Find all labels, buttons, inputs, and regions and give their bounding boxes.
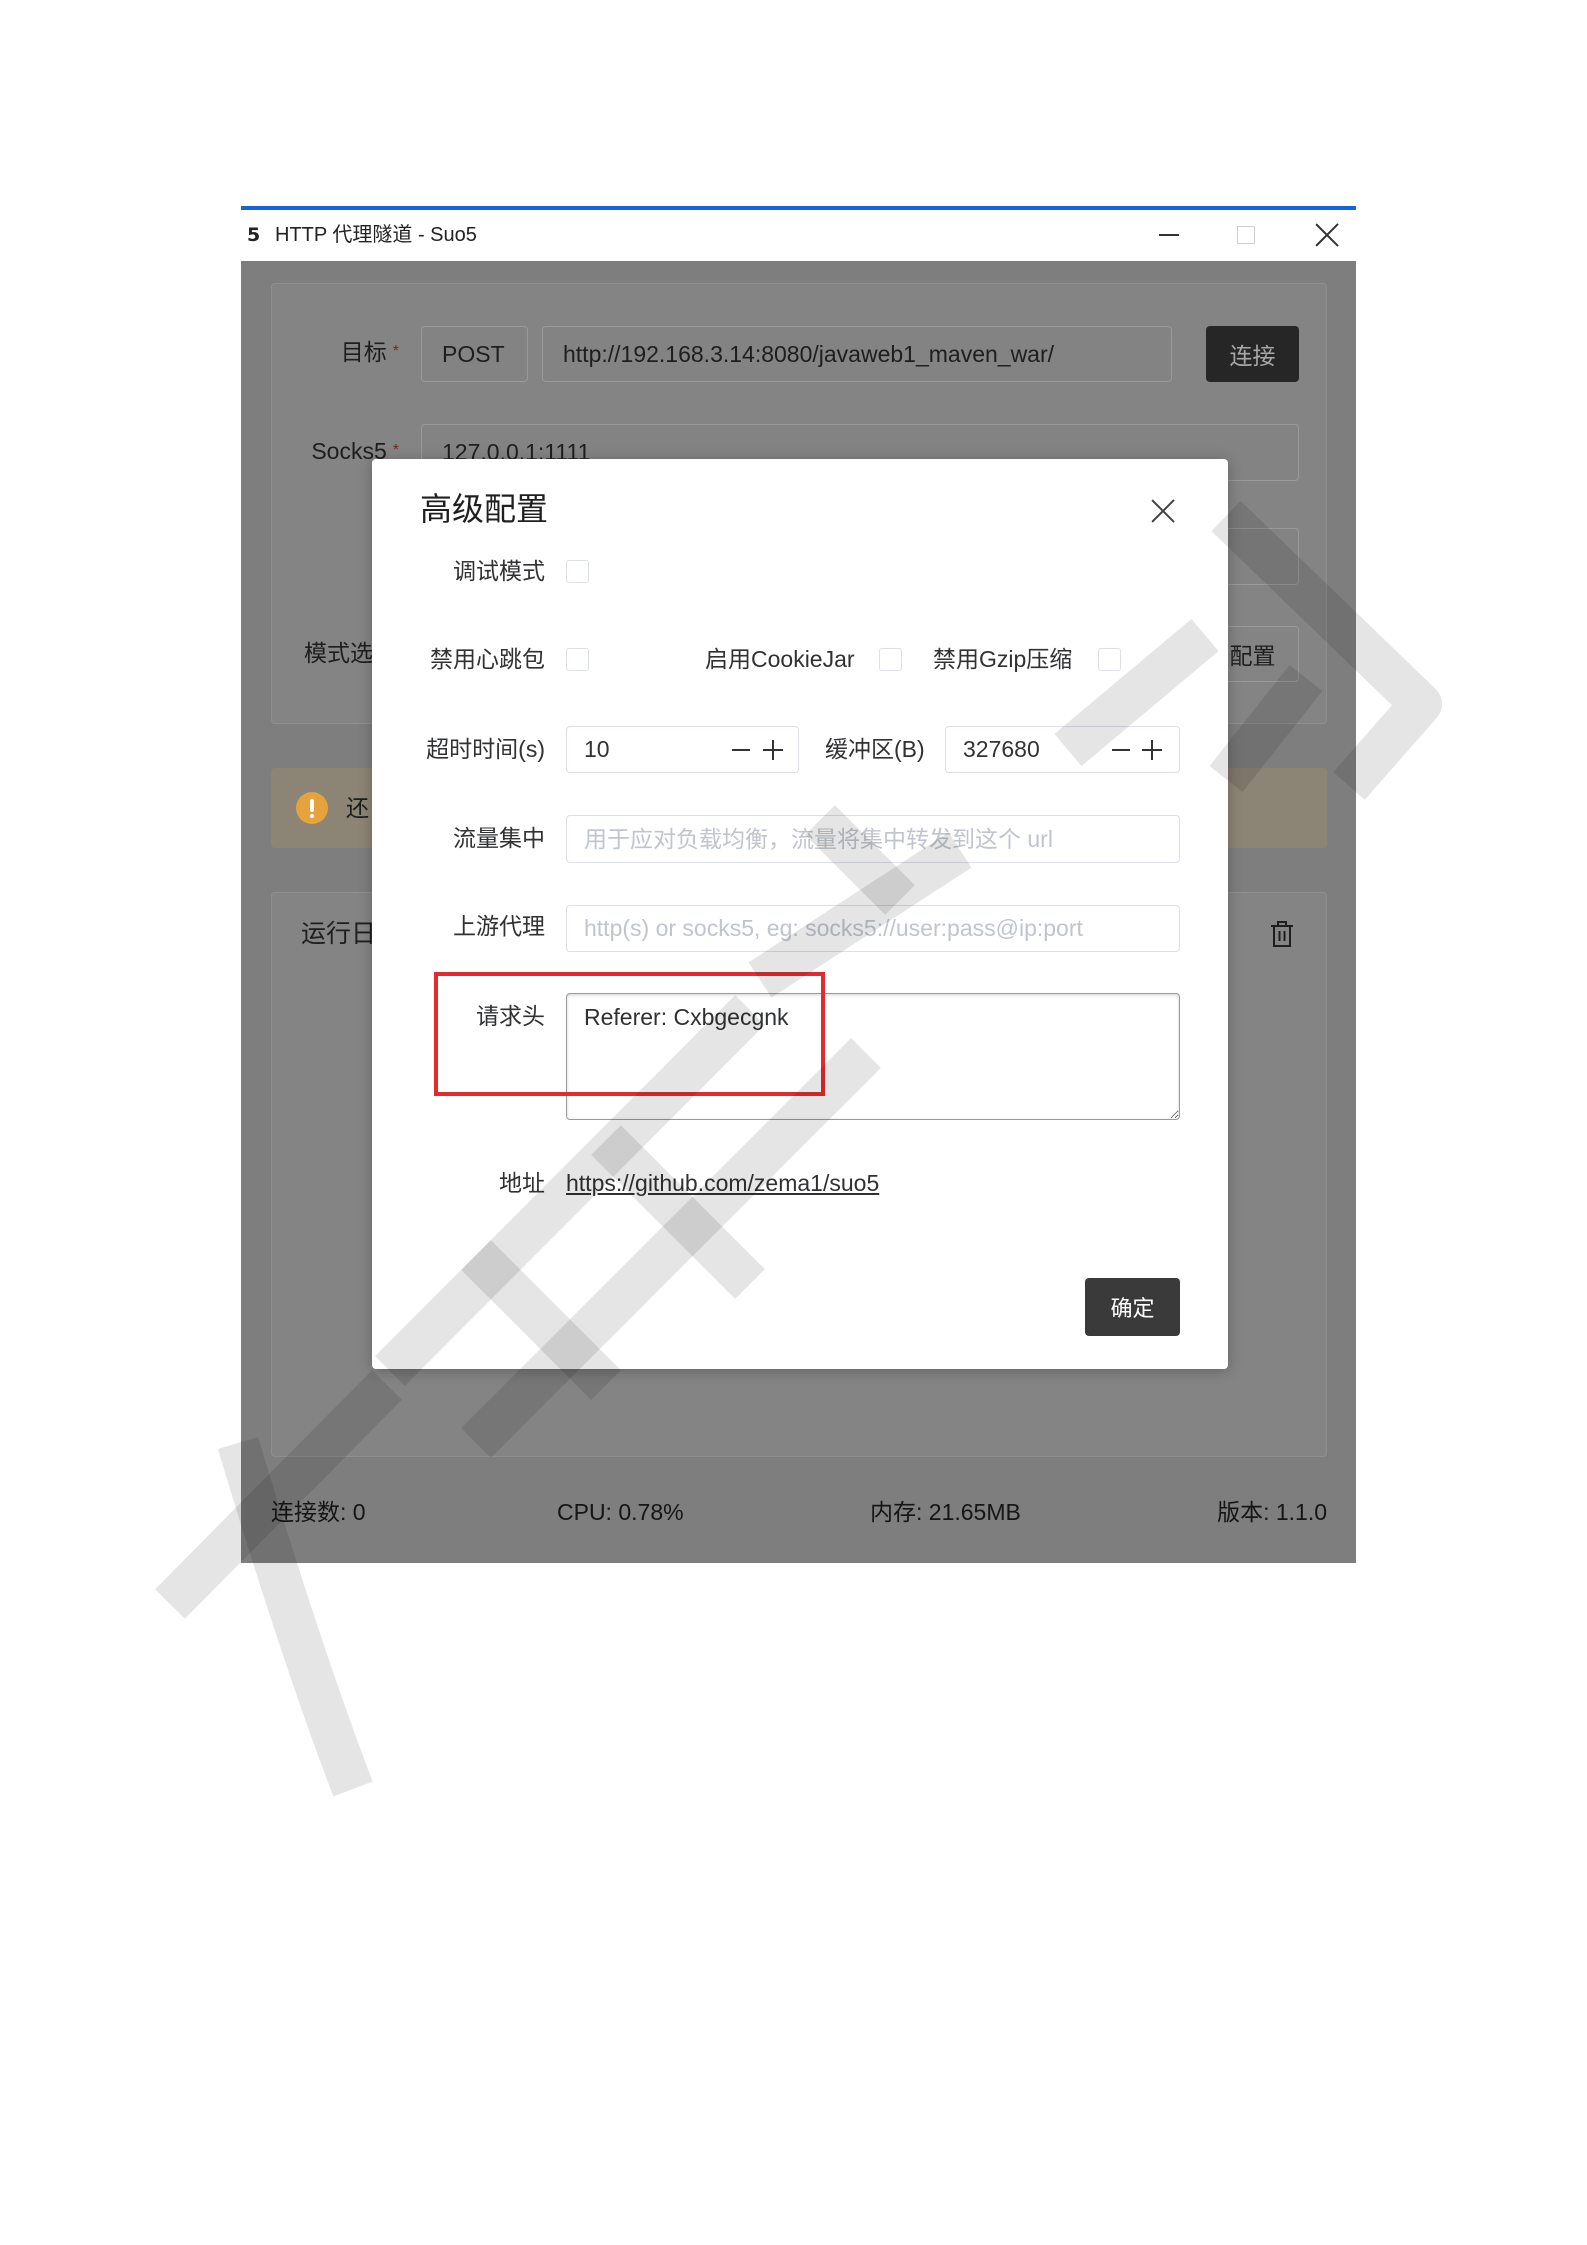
upstream-proxy-label: 上游代理 [453,913,545,939]
close-icon[interactable] [1316,224,1338,246]
warning-icon-dot [310,814,314,818]
enable-cookiejar-checkbox[interactable] [879,648,902,671]
enable-cookiejar-label: 启用CookieJar [705,646,855,672]
disable-heartbeat-checkbox[interactable] [566,648,589,671]
target-label: 目标 * [272,337,399,367]
warning-icon-bar [310,799,314,812]
warning-icon [296,792,328,824]
method-select[interactable]: POST [421,326,528,382]
minimize-icon[interactable] [1159,234,1179,236]
upstream-proxy-input[interactable] [566,905,1180,952]
target-label-text: 目标 [340,339,387,365]
disable-gzip-checkbox[interactable] [1098,648,1121,671]
buffer-input[interactable] [946,727,1086,772]
request-headers-label: 请求头 [476,1003,545,1029]
connect-button[interactable]: 连接 [1206,326,1299,382]
status-version: 版本: 1.1.0 [1217,1499,1327,1525]
confirm-button[interactable]: 确定 [1085,1278,1180,1336]
disable-gzip-label: 禁用Gzip压缩 [933,646,1073,672]
trash-body [1273,925,1291,947]
required-mark: * [392,343,399,360]
debug-mode-label: 调试模式 [453,558,545,584]
mode-label: 模式选 [304,640,373,666]
buffer-stepper [945,726,1180,773]
app-logo-icon: 5 [247,224,261,246]
log-title: 运行日 [301,920,377,948]
advanced-config-dialog: 高级配置 调试模式 禁用心跳包 启用CookieJar 禁用Gzip压缩 超时时… [372,459,1228,1369]
debug-mode-checkbox[interactable] [566,560,589,583]
timeout-stepper [566,726,799,773]
request-headers-textarea[interactable]: Referer: Cxbgecgnk [566,993,1180,1120]
trash-icon[interactable] [1269,920,1295,948]
minus-icon[interactable] [1112,749,1130,751]
maximize-icon[interactable] [1237,226,1255,244]
title-bar: 5 HTTP 代理隧道 - Suo5 [241,206,1356,261]
buffer-label: 缓冲区(B) [825,736,925,762]
window-title: HTTP 代理隧道 - Suo5 [275,224,477,246]
plus-icon[interactable] [1142,740,1162,760]
address-label: 地址 [499,1170,545,1196]
status-connections: 连接数: 0 [271,1499,366,1525]
close-icon[interactable] [1152,500,1174,522]
alert-text: 还 [346,795,369,821]
status-cpu: CPU: 0.78% [557,1499,684,1525]
timeout-input[interactable] [567,727,707,772]
target-url-input[interactable] [542,326,1172,382]
required-mark: * [392,442,399,459]
minus-icon[interactable] [732,749,750,751]
github-link[interactable]: https://github.com/zema1/suo5 [566,1167,879,1199]
status-memory: 内存: 21.65MB [870,1499,1021,1525]
plus-icon[interactable] [763,740,783,760]
timeout-label: 超时时间(s) [426,736,545,762]
dialog-title: 高级配置 [420,491,549,527]
disable-heartbeat-label: 禁用心跳包 [430,646,545,672]
traffic-concentration-input[interactable] [566,815,1180,863]
traffic-concentration-label: 流量集中 [453,825,545,851]
